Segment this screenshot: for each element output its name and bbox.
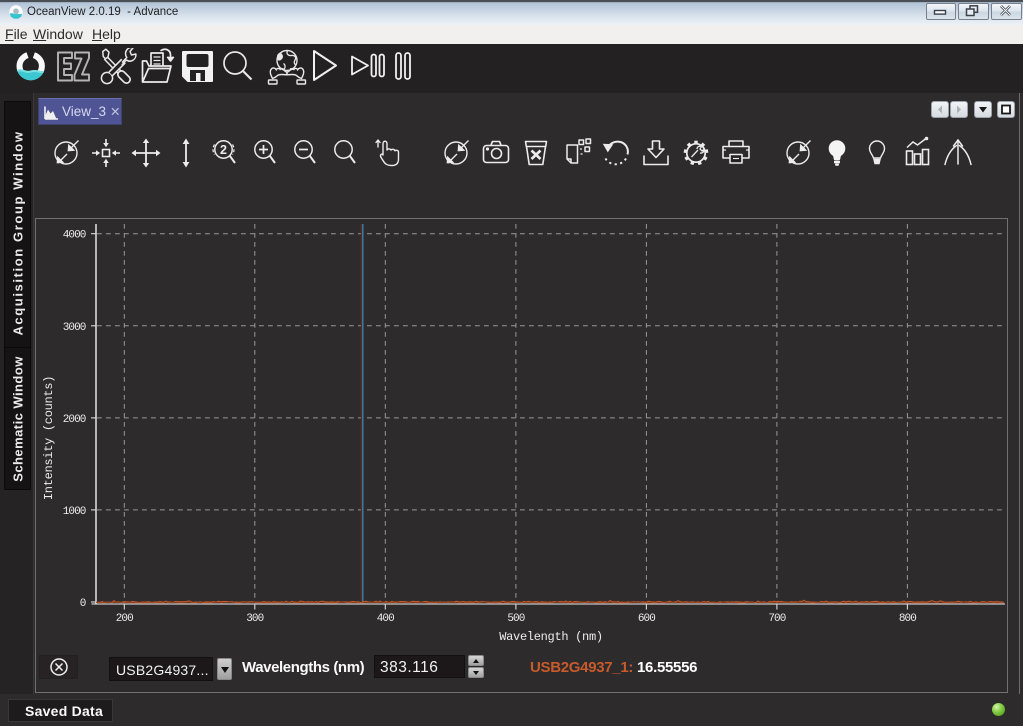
svg-text:1000: 1000 <box>63 506 86 518</box>
svg-text:Intensity (counts): Intensity (counts) <box>42 376 56 500</box>
svg-text:300: 300 <box>246 613 263 625</box>
svg-text:Wavelength (nm): Wavelength (nm) <box>499 630 603 644</box>
svg-text:2: 2 <box>220 143 227 157</box>
svg-text:700: 700 <box>768 613 785 625</box>
svg-text:400: 400 <box>377 613 394 625</box>
svg-text:600: 600 <box>638 613 655 625</box>
svg-text:3000: 3000 <box>63 322 86 334</box>
svg-text:0: 0 <box>80 598 86 610</box>
svg-text:200: 200 <box>116 613 133 625</box>
svg-text:500: 500 <box>507 613 524 625</box>
svg-text:800: 800 <box>899 613 916 625</box>
svg-text:4000: 4000 <box>63 230 86 242</box>
svg-text:2000: 2000 <box>63 414 86 426</box>
